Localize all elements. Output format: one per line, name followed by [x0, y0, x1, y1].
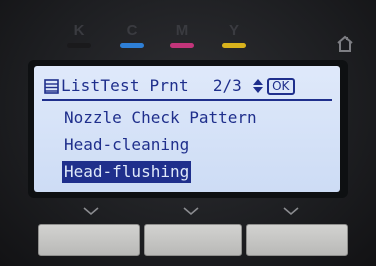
ink-indicator-yellow: Y [219, 22, 249, 48]
menu-item-head-cleaning[interactable]: Head-cleaning [62, 134, 191, 156]
ink-letter-k: K [73, 22, 85, 39]
printer-control-panel: K C M Y ListTest Prnt 2/3 OK Nozzle Chec… [0, 0, 376, 266]
ink-bar-magenta [170, 43, 194, 48]
ink-indicator-magenta: M [167, 22, 197, 48]
header-divider [42, 99, 332, 101]
ink-letter-m: M [175, 22, 189, 39]
menu-item-head-flushing[interactable]: Head-flushing [62, 161, 192, 183]
chevron-down-icon [183, 207, 199, 216]
chevron-down-icon [283, 207, 299, 216]
home-icon[interactable] [335, 34, 355, 54]
ink-bar-yellow [222, 43, 246, 48]
chevron-down-icon [83, 207, 99, 216]
lcd-header: ListTest Prnt 2/3 OK [44, 74, 332, 98]
screen-title: ListTest Prnt [61, 76, 189, 95]
right-softkey-button[interactable] [246, 224, 348, 256]
ink-bar-cyan [120, 43, 144, 48]
menu-item-nozzle-check[interactable]: Nozzle Check Pattern [62, 107, 259, 129]
ink-letter-y: Y [228, 22, 239, 39]
ink-letter-c: C [126, 22, 138, 39]
ok-badge: OK [266, 77, 295, 95]
ink-indicator-black: K [64, 22, 94, 48]
ink-indicator-cyan: C [117, 22, 147, 48]
page-indicator: 2/3 [212, 76, 242, 95]
up-down-arrows-icon [252, 79, 263, 93]
ink-bar-black [67, 43, 91, 48]
left-softkey-button[interactable] [38, 224, 140, 256]
list-icon [44, 78, 59, 94]
center-softkey-button[interactable] [144, 224, 242, 256]
lcd-screen: ListTest Prnt 2/3 OK Nozzle Check Patter… [34, 66, 340, 192]
